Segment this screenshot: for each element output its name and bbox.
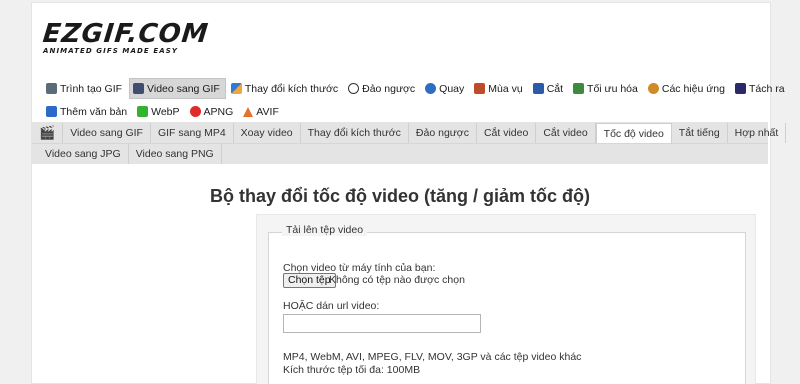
- nav-item-reverse[interactable]: Đảo ngược: [345, 78, 420, 99]
- nav-item-label: Cắt: [546, 82, 564, 95]
- main-nav-row-2: Thêm văn bản WebP APNG AVIF: [43, 100, 763, 123]
- page-title: Bộ thay đổi tốc độ video (tăng / giảm tố…: [210, 186, 590, 206]
- optimize-icon: [573, 83, 585, 94]
- nav-item-gif-maker[interactable]: Trình tạo GIF: [43, 78, 127, 99]
- video-url-input[interactable]: [283, 314, 481, 333]
- subnav-video-to-png[interactable]: Video sang PNG: [129, 144, 222, 164]
- split-icon: [734, 83, 746, 94]
- nav-item-label: Trình tạo GIF: [60, 82, 123, 95]
- apng-icon: [189, 106, 201, 117]
- nav-item-label: WebP: [151, 105, 180, 118]
- nav-item-label: Tối ưu hóa: [587, 82, 638, 95]
- sub-nav-row-2: Video sang JPG Video sang PNG: [32, 143, 768, 164]
- subnav-mute-video[interactable]: Tắt tiếng: [672, 122, 728, 143]
- page-container: EZGIF.COM ANIMATED GIFS MADE EASY Trình …: [31, 2, 787, 384]
- nav-item-label: Các hiệu ứng: [661, 82, 725, 95]
- subnav-resize-video[interactable]: Thay đổi kích thước: [301, 122, 409, 143]
- subnav-video-to-jpg[interactable]: Video sang JPG: [32, 144, 129, 164]
- upload-fieldset: Tải lên tệp video Chọn video từ máy tính…: [268, 224, 746, 384]
- nav-item-label: Đảo ngược: [362, 82, 416, 95]
- subnav-cut-video[interactable]: Cắt video: [477, 122, 537, 143]
- rotate-icon: [425, 83, 437, 94]
- upload-legend: Tải lên tệp video: [282, 224, 368, 236]
- subnav-rotate-video[interactable]: Xoay video: [234, 122, 301, 143]
- nav-item-add-text[interactable]: Thêm văn bản: [43, 101, 132, 122]
- nav-item-optimize[interactable]: Tối ưu hóa: [570, 78, 643, 99]
- nav-item-avif[interactable]: AVIF: [240, 101, 284, 122]
- cut-icon: [532, 83, 544, 94]
- url-label: HOẶC dán url video:: [283, 300, 380, 312]
- upload-panel: Tải lên tệp video Chọn video từ máy tính…: [256, 214, 756, 384]
- nav-item-split[interactable]: Tách ra: [732, 78, 790, 99]
- film-icon: [46, 83, 57, 94]
- effects-icon: [647, 83, 659, 94]
- avif-icon: [243, 106, 254, 117]
- nav-item-webp[interactable]: WebP: [134, 101, 184, 122]
- nav-item-cut[interactable]: Cắt: [530, 78, 568, 99]
- subnav-video-to-gif[interactable]: Video sang GIF: [63, 122, 151, 143]
- sub-nav-row-1: 🎬 Video sang GIF GIF sang MP4 Xoay video…: [32, 122, 787, 143]
- nav-item-label: Video sang GIF: [147, 82, 220, 95]
- nav-item-label: APNG: [203, 105, 234, 118]
- nav-item-effects[interactable]: Các hiệu ứng: [645, 78, 730, 99]
- crop-icon: [474, 83, 486, 94]
- subnav-crop-video[interactable]: Cắt video: [536, 122, 596, 143]
- nav-item-label: Mùa vụ: [488, 82, 523, 95]
- nav-item-apng[interactable]: APNG: [187, 101, 239, 122]
- reverse-icon: [348, 83, 360, 94]
- video-sub-nav: 🎬 Video sang GIF GIF sang MP4 Xoay video…: [32, 122, 787, 164]
- nav-item-label: Quay: [439, 82, 465, 95]
- main-nav-row-1: Trình tạo GIF Video sang GIF Thay đổi kí…: [43, 77, 785, 100]
- nav-item-resize[interactable]: Thay đổi kích thước: [228, 78, 343, 99]
- nav-item-label: Thêm văn bản: [60, 105, 128, 118]
- subnav-gif-to-mp4[interactable]: GIF sang MP4: [151, 122, 234, 143]
- main-nav: Trình tạo GIF Video sang GIF Thay đổi kí…: [43, 77, 785, 123]
- video-icon: [133, 83, 145, 94]
- subnav-reverse-video[interactable]: Đảo ngược: [409, 122, 477, 143]
- subnav-merge-video[interactable]: Hợp nhất: [728, 122, 787, 143]
- file-status-text: Không có tệp nào được chọn: [329, 274, 465, 286]
- clapperboard-icon[interactable]: 🎬: [32, 122, 64, 143]
- nav-item-label: Thay đổi kích thước: [244, 82, 339, 95]
- subnav-video-speed[interactable]: Tốc độ video: [595, 122, 672, 143]
- site-logo[interactable]: EZGIF.COM ANIMATED GIFS MADE EASY: [41, 19, 211, 55]
- nav-item-label: Tách ra: [748, 82, 785, 95]
- resize-icon: [230, 83, 242, 94]
- nav-item-crop[interactable]: Mùa vụ: [471, 78, 527, 99]
- choose-file-button[interactable]: Chọn tệp: [283, 273, 336, 288]
- supported-formats-text: MP4, WebM, AVI, MPEG, FLV, MOV, 3GP và c…: [283, 351, 582, 363]
- webp-icon: [137, 106, 149, 117]
- logo-wordmark: EZGIF.COM: [41, 19, 211, 49]
- text-icon: [46, 106, 57, 117]
- nav-item-label: AVIF: [256, 105, 279, 118]
- max-file-size-text: Kích thước tệp tối đa: 100MB: [283, 364, 421, 376]
- nav-item-video-to-gif[interactable]: Video sang GIF: [129, 78, 226, 99]
- nav-item-rotate[interactable]: Quay: [422, 78, 469, 99]
